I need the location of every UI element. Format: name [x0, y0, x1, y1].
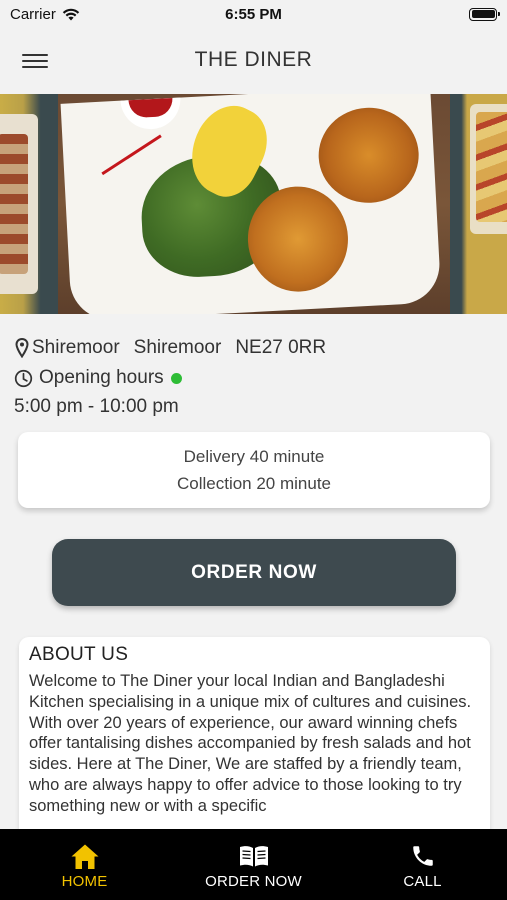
delivery-time-text: Delivery 40 minute — [183, 447, 325, 466]
menu-book-icon — [239, 846, 268, 867]
carrier-group: Carrier — [10, 6, 80, 23]
open-status-indicator — [170, 372, 182, 384]
bottom-tab-bar: HOME ORDER NOW CALL — [0, 829, 507, 900]
address-postcode: NE27 0RR — [235, 337, 327, 358]
hero-slide-previous — [0, 94, 58, 314]
clock-icon — [14, 369, 33, 387]
status-bar: Carrier 6:55 PM — [0, 0, 507, 28]
home-icon — [71, 844, 98, 869]
page-title: THE DINER — [194, 48, 313, 71]
about-us-title: ABOUT US — [29, 644, 129, 665]
battery-icon — [469, 7, 500, 21]
tab-home[interactable]: HOME — [0, 829, 169, 900]
carrier-label: Carrier — [10, 5, 56, 23]
phone-icon — [412, 846, 433, 866]
about-us-text: Welcome to The Diner your local Indian a… — [29, 672, 472, 815]
tab-order-now[interactable]: ORDER NOW — [169, 829, 338, 900]
tab-call-label: CALL — [403, 873, 442, 890]
address-town: Shiremoor — [133, 337, 222, 358]
wifi-icon — [62, 8, 80, 20]
location-pin-icon — [15, 338, 29, 358]
hero-food-image[interactable] — [0, 94, 507, 314]
hamburger-menu-icon[interactable] — [22, 50, 48, 72]
tab-order-now-label: ORDER NOW — [205, 873, 302, 890]
app-header: THE DINER — [0, 28, 507, 92]
restaurant-address: Shiremoor Shiremoor NE27 0RR — [15, 337, 340, 359]
tab-call[interactable]: CALL — [338, 829, 507, 900]
collection-time-text: Collection 20 minute — [176, 474, 332, 493]
opening-hours-time: 5:00 pm - 10:00 pm — [14, 396, 179, 417]
opening-hours-row: Opening hours — [14, 367, 182, 389]
address-locality: Shiremoor — [32, 337, 120, 358]
hero-slide-current — [58, 94, 450, 314]
order-now-button[interactable]: ORDER NOW — [52, 539, 456, 606]
tab-home-label: HOME — [61, 873, 108, 890]
about-us-card: ABOUT US Welcome to The Diner your local… — [19, 637, 490, 837]
delivery-times-card: Delivery 40 minute Collection 20 minute — [18, 432, 490, 508]
hero-slide-next — [450, 94, 507, 314]
opening-hours-label: Opening hours — [39, 367, 164, 388]
